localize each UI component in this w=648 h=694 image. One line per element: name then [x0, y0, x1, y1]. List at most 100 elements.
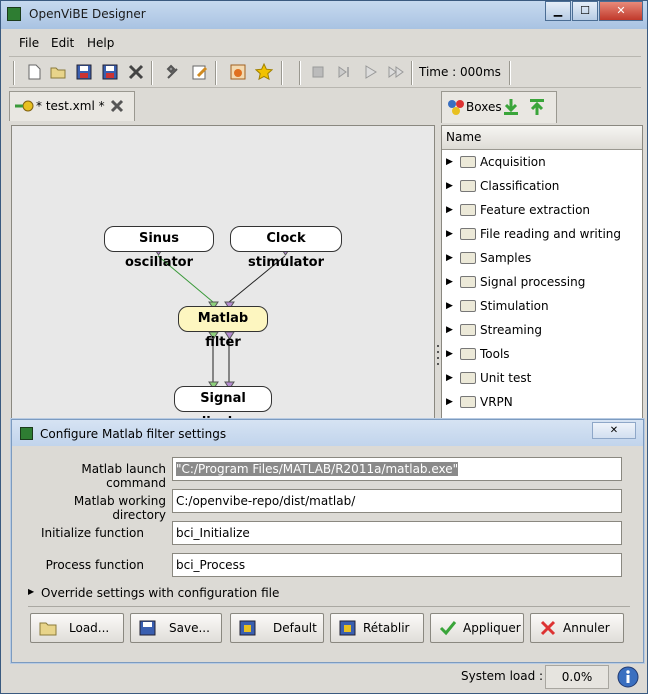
toolbar-separator — [281, 61, 283, 85]
process-function-input[interactable]: bci_Process — [172, 553, 622, 577]
scenario-tab-bar: * test.xml * — [9, 91, 437, 121]
open-folder-icon[interactable] — [49, 63, 67, 81]
expand-arrow-icon[interactable]: ▶ — [446, 390, 453, 414]
tree-item-vrpn[interactable]: ▶ VRPN — [442, 390, 642, 414]
expand-arrow-icon[interactable]: ▶ — [446, 150, 453, 174]
label-matlab-working-directory: Matlab working directory — [73, 494, 166, 522]
folder-icon — [460, 228, 476, 240]
close-window-button[interactable]: ✕ — [599, 1, 643, 21]
tree-item-tools[interactable]: ▶ Tools — [442, 342, 642, 366]
step-icon[interactable] — [335, 63, 353, 81]
matlab-working-directory-input[interactable]: C:/openvibe-repo/dist/matlab/ — [172, 489, 622, 513]
boxes-tree: Name ▶ Acquisition ▶ Classification ▶ Featu… — [441, 125, 643, 423]
resize-grip[interactable] — [433, 669, 443, 689]
toolbar: Time : 000ms — [9, 56, 641, 88]
tree-item-signal-processing[interactable]: ▶ Signal processing — [442, 270, 642, 294]
status-bar: System load : 0.0% — [1, 663, 647, 693]
info-icon[interactable] — [617, 666, 639, 688]
upload-arrow-icon[interactable] — [528, 98, 546, 116]
box-signal-display[interactable]: Signal display — [174, 386, 272, 430]
expand-arrow-icon[interactable]: ▶ — [446, 174, 453, 198]
expand-arrow-icon[interactable]: ▶ — [446, 318, 453, 342]
tree-item-acquisition[interactable]: ▶ Acquisition — [442, 150, 642, 174]
boxes-tab-label: Boxes — [466, 100, 502, 114]
maximize-button[interactable]: ☐ — [572, 1, 598, 21]
box-matlab-filter[interactable]: Matlab filter — [178, 306, 268, 350]
label-initialize-function: Initialize function — [40, 526, 144, 540]
selected-text: "C:/Program Files/MATLAB/R2011a/matlab.e… — [176, 462, 459, 476]
expand-arrow-icon[interactable]: ▶ — [446, 270, 453, 294]
tab-label: * test.xml * — [36, 99, 105, 113]
play-icon[interactable] — [361, 63, 379, 81]
toolbar-separator — [215, 61, 217, 85]
toolbar-grip — [13, 61, 15, 85]
default-button[interactable]: Default — [230, 613, 324, 643]
box-sinus-oscillator[interactable]: Sinus oscillator — [104, 226, 214, 270]
tree-header-name[interactable]: Name — [442, 126, 642, 150]
hand-icon[interactable] — [229, 63, 247, 81]
box-clock-stimulator[interactable]: Clock stimulator — [230, 226, 342, 270]
system-load-label: System load : — [461, 669, 544, 683]
dialog-title-bar: Configure Matlab filter settings ✕ — [12, 420, 643, 446]
folder-icon — [460, 396, 476, 408]
menu-edit[interactable]: Edit — [51, 36, 74, 50]
save-icon[interactable] — [75, 63, 93, 81]
folder-icon — [460, 252, 476, 264]
folder-icon — [460, 372, 476, 384]
expand-arrow-icon[interactable]: ▶ — [446, 366, 453, 390]
download-arrow-icon[interactable] — [502, 98, 520, 116]
minimize-button[interactable]: ▁ — [545, 1, 571, 21]
close-tab-icon[interactable] — [110, 99, 124, 113]
tab-test-xml[interactable]: * test.xml * — [9, 91, 135, 121]
cancel-button[interactable]: Annuler — [530, 613, 624, 643]
expand-arrow-icon[interactable]: ▶ — [446, 246, 453, 270]
save-icon — [139, 620, 156, 636]
new-file-icon[interactable] — [25, 63, 43, 81]
dialog-title: Configure Matlab filter settings — [40, 427, 227, 441]
close-file-icon[interactable] — [127, 63, 145, 81]
tree-item-samples[interactable]: ▶ Samples — [442, 246, 642, 270]
scenario-canvas[interactable]: Sinus oscillator Clock stimulator Matlab… — [11, 125, 435, 430]
toolbar-separator — [509, 61, 511, 85]
tools-icon[interactable] — [165, 63, 183, 81]
folder-icon — [460, 300, 476, 312]
dialog-close-button[interactable]: ✕ — [592, 422, 636, 439]
expand-arrow-icon[interactable]: ▶ — [446, 198, 453, 222]
toolbar-separator — [411, 61, 413, 85]
tree-item-streaming[interactable]: ▶ Streaming — [442, 318, 642, 342]
expander-arrow-icon: ▶ — [28, 587, 35, 596]
window-title: OpenViBE Designer — [29, 7, 146, 21]
menu-bar: File Edit Help — [9, 32, 641, 54]
cancel-x-icon — [540, 620, 556, 636]
toolbar-separator — [151, 61, 153, 85]
tree-item-feature-extraction[interactable]: ▶ Feature extraction — [442, 198, 642, 222]
tree-item-stimulation[interactable]: ▶ Stimulation — [442, 294, 642, 318]
toolbar-separator — [299, 61, 301, 85]
expand-arrow-icon[interactable]: ▶ — [446, 222, 453, 246]
fast-forward-icon[interactable] — [387, 63, 405, 81]
override-settings-expander[interactable]: ▶ Override settings with configuration f… — [28, 586, 328, 604]
apply-button[interactable]: Appliquer — [430, 613, 524, 643]
system-load-value: 0.0% — [545, 665, 609, 689]
stop-icon[interactable] — [309, 63, 327, 81]
matlab-launch-command-input[interactable]: "C:/Program Files/MATLAB/R2011a/matlab.e… — [172, 457, 622, 481]
open-folder-icon — [39, 622, 57, 636]
star-icon[interactable] — [255, 63, 273, 81]
save-as-icon[interactable] — [101, 63, 119, 81]
expand-arrow-icon[interactable]: ▶ — [446, 294, 453, 318]
folder-icon — [460, 156, 476, 168]
expand-arrow-icon[interactable]: ▶ — [446, 342, 453, 366]
tab-boxes[interactable]: Boxes — [441, 91, 557, 123]
edit-icon[interactable] — [191, 63, 209, 81]
tree-item-unit-test[interactable]: ▶ Unit test — [442, 366, 642, 390]
save-button[interactable]: Save... — [130, 613, 222, 643]
tree-item-file-reading-and-writing[interactable]: ▶ File reading and writing — [442, 222, 642, 246]
menu-help[interactable]: Help — [87, 36, 114, 50]
folder-icon — [460, 324, 476, 336]
load-button[interactable]: Load... — [30, 613, 124, 643]
reset-icon — [339, 620, 356, 636]
initialize-function-input[interactable]: bci_Initialize — [172, 521, 622, 545]
reset-button[interactable]: Rétablir — [330, 613, 424, 643]
menu-file[interactable]: File — [19, 36, 39, 50]
tree-item-classification[interactable]: ▶ Classification — [442, 174, 642, 198]
